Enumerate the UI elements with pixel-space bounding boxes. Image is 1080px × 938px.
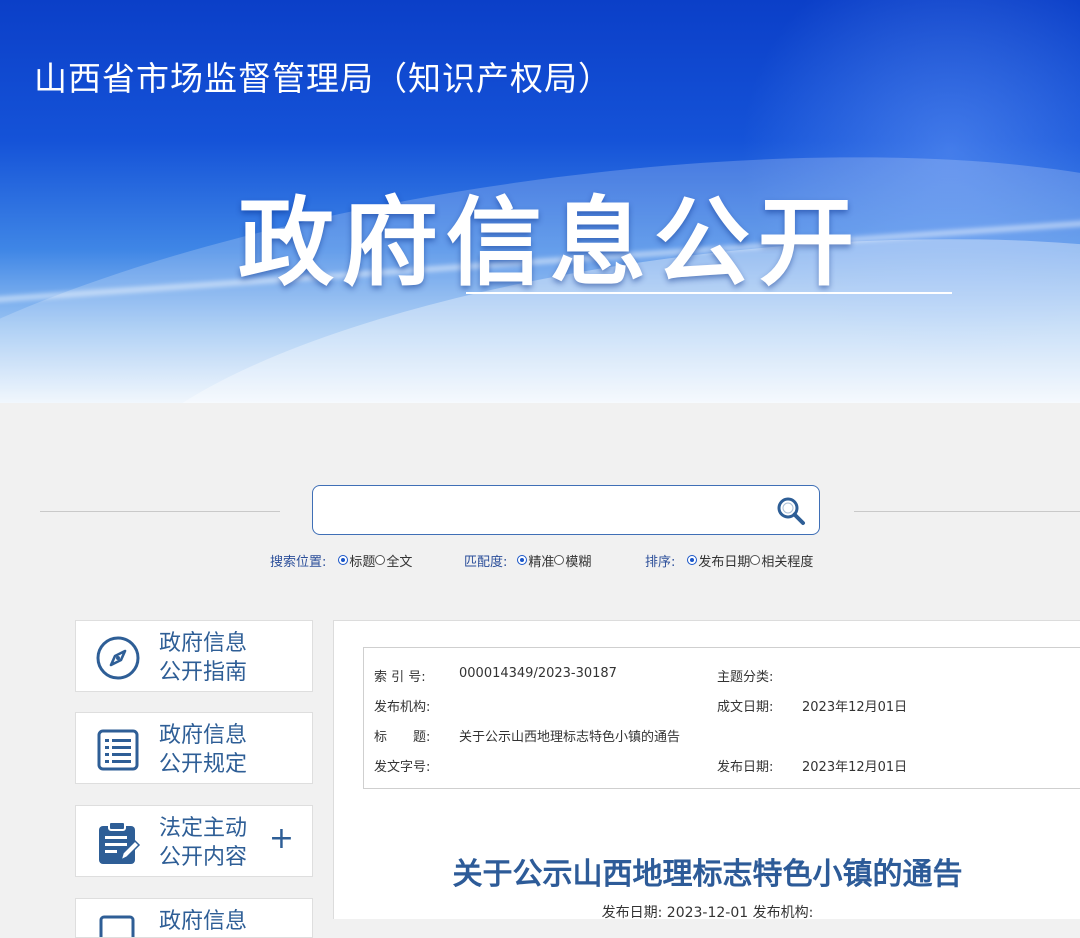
- label-line: 政府信息: [159, 723, 248, 748]
- sort-options: 排序: 发布日期 相关程度: [645, 551, 813, 570]
- radio-label: 发布日期: [698, 554, 751, 570]
- list-document-icon: [95, 727, 141, 773]
- clipboard-edit-icon: [95, 820, 141, 866]
- title-value: 关于公示山西地理标志特色小镇的通告: [459, 730, 681, 745]
- page-header: 山西省市场监督管理局（知识产权局） 政府信息公开: [0, 0, 1080, 403]
- radio-exact[interactable]: 精准: [517, 551, 554, 570]
- created-date-label: 成文日期:: [717, 700, 774, 715]
- match-label: 匹配度:: [464, 554, 508, 570]
- label-line: 公开指南: [159, 660, 248, 685]
- label-line: 公开规定: [159, 752, 248, 777]
- index-no-label: 索 引 号:: [374, 670, 426, 685]
- label-line: 政府信息: [159, 631, 248, 656]
- search-icon[interactable]: [775, 495, 807, 527]
- sidebar-item-rules[interactable]: 政府信息 公开规定: [75, 712, 313, 784]
- radio-label: 相关程度: [761, 554, 814, 570]
- content-panel: 索 引 号: 000014349/2023-30187 主题分类: 发布机构: …: [333, 620, 1080, 921]
- published-date-label: 发布日期:: [717, 760, 774, 775]
- main-area: 搜索位置: 标题 全文 匹配度: 精准 模糊 排序: 发布日期 相关程度 政府信…: [4, 403, 1080, 938]
- radio-icon[interactable]: [375, 555, 386, 565]
- article-title: 关于公示山西地理标志特色小镇的通告: [452, 857, 963, 892]
- sidebar-item-guide[interactable]: 政府信息 公开指南: [75, 620, 313, 692]
- search-position-options: 搜索位置: 标题 全文: [270, 551, 412, 570]
- radio-selected-icon[interactable]: [517, 555, 528, 565]
- publisher-label: 发布机构:: [374, 700, 431, 715]
- radio-label: 精准: [528, 554, 555, 570]
- index-no-value: 000014349/2023-30187: [459, 666, 617, 681]
- label-line: 政府信息: [159, 909, 248, 934]
- sort-label: 排序:: [645, 554, 676, 570]
- radio-sort-relevance[interactable]: 相关程度: [750, 551, 813, 570]
- org-name[interactable]: 山西省市场监督管理局（知识产权局）: [34, 52, 612, 100]
- portal-title: 政府信息公开: [238, 187, 862, 299]
- label-line: 法定主动: [159, 816, 248, 841]
- search-input[interactable]: [325, 494, 769, 528]
- search-position-label: 搜索位置:: [270, 554, 327, 570]
- divider-right: [854, 511, 1080, 512]
- sidebar-item-info[interactable]: 政府信息: [75, 898, 313, 938]
- radio-fuzzy[interactable]: 模糊: [554, 551, 591, 570]
- sidebar-item-label: 政府信息: [159, 907, 247, 936]
- divider-left: [40, 511, 280, 512]
- sidebar-item-label: 政府信息 公开指南: [159, 629, 247, 687]
- radio-title[interactable]: 标题: [338, 551, 375, 570]
- radio-selected-icon[interactable]: [338, 555, 349, 565]
- radio-selected-icon[interactable]: [687, 555, 698, 565]
- radio-icon[interactable]: [554, 555, 565, 565]
- expand-plus-icon[interactable]: +: [269, 824, 294, 854]
- radio-label: 标题: [349, 554, 376, 570]
- published-date-value: 2023年12月01日: [802, 760, 908, 775]
- compass-icon: [95, 635, 141, 681]
- topic-label: 主题分类:: [717, 670, 774, 685]
- document-icon: [95, 913, 141, 937]
- title-label: 标 题:: [374, 730, 431, 745]
- radio-label: 全文: [386, 554, 413, 570]
- created-date-value: 2023年12月01日: [802, 700, 908, 715]
- title-underline: [466, 292, 952, 294]
- label-line: 公开内容: [159, 845, 248, 870]
- radio-icon[interactable]: [750, 555, 761, 565]
- search-box: [312, 485, 820, 535]
- doc-no-label: 发文字号:: [374, 760, 431, 775]
- metadata-table: 索 引 号: 000014349/2023-30187 主题分类: 发布机构: …: [363, 647, 1080, 789]
- radio-sort-date[interactable]: 发布日期: [687, 551, 750, 570]
- article-meta-line: 发布日期: 2023-12-01 发布机构:: [601, 905, 814, 921]
- match-options: 匹配度: 精准 模糊: [464, 551, 591, 570]
- sidebar-item-label: 政府信息 公开规定: [159, 721, 247, 779]
- sidebar-item-label: 法定主动 公开内容: [159, 814, 247, 872]
- radio-label: 模糊: [565, 554, 592, 570]
- radio-fulltext[interactable]: 全文: [375, 551, 412, 570]
- sidebar-item-mandatory-content[interactable]: 法定主动 公开内容 +: [75, 805, 313, 877]
